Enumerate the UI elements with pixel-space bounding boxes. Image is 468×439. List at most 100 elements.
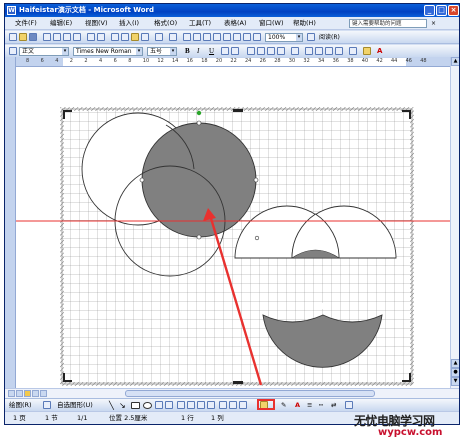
align-center-icon[interactable] [257, 47, 265, 55]
scroll-up-icon[interactable]: ▲ [451, 57, 459, 66]
tables-borders-icon[interactable] [193, 33, 201, 41]
textbox-icon[interactable] [155, 401, 163, 409]
save-icon[interactable] [29, 33, 37, 41]
email-icon[interactable] [53, 33, 61, 41]
line-spacing-icon[interactable] [291, 47, 299, 55]
format-painter-icon[interactable] [141, 33, 149, 41]
wordart-icon[interactable] [177, 401, 185, 409]
outline-view-icon[interactable] [32, 390, 39, 397]
font-color-button[interactable]: A [377, 46, 382, 57]
canvas-handle-bottom[interactable] [233, 381, 243, 384]
print-preview-icon[interactable] [73, 33, 81, 41]
highlight-icon[interactable] [363, 47, 371, 55]
rotation-handle[interactable] [196, 110, 202, 116]
select-objects-icon[interactable] [43, 401, 51, 409]
menu-view[interactable]: 视图(V) [85, 17, 108, 30]
previous-page-icon[interactable]: ▲ [451, 359, 459, 368]
menu-insert[interactable]: 插入(I) [119, 17, 139, 30]
next-page-icon[interactable]: ▼ [451, 377, 459, 386]
new-document-icon[interactable] [9, 33, 17, 41]
scroll-thumb[interactable] [125, 390, 375, 397]
selection-handle[interactable] [253, 177, 259, 183]
clipart-icon[interactable] [197, 401, 205, 409]
menu-table[interactable]: 表格(A) [224, 17, 247, 30]
insert-excel-icon[interactable] [213, 33, 221, 41]
menu-tools[interactable]: 工具(T) [189, 17, 211, 30]
document-map-icon[interactable] [243, 33, 251, 41]
align-left-icon[interactable] [247, 47, 255, 55]
normal-view-icon[interactable] [8, 390, 15, 397]
increase-indent-icon[interactable] [335, 47, 343, 55]
vertical-scrollbar[interactable]: ▲ ▲ ● ▼ [450, 57, 459, 388]
font-size-select[interactable]: 五号 ▾ [147, 47, 177, 56]
justify-icon[interactable] [277, 47, 285, 55]
drawing-icon[interactable] [233, 33, 241, 41]
document-area[interactable] [16, 67, 450, 388]
bold-button[interactable]: B [185, 46, 190, 57]
cut-icon[interactable] [111, 33, 119, 41]
diagram-icon[interactable] [187, 401, 195, 409]
undo-icon[interactable] [155, 33, 163, 41]
copy-icon[interactable] [121, 33, 129, 41]
align-right-icon[interactable] [267, 47, 275, 55]
italic-button[interactable]: I [197, 46, 199, 57]
read-button[interactable]: 阅读(R) [319, 32, 340, 43]
print-layout-icon[interactable] [24, 390, 31, 397]
title-bar[interactable]: W Haifeistar演示文档 - Microsoft Word _ □ × [5, 4, 459, 17]
insert-table-icon[interactable] [203, 33, 211, 41]
word-app-icon[interactable]: W [7, 6, 16, 15]
styles-pane-icon[interactable] [9, 47, 17, 55]
canvas-handle-top[interactable] [233, 109, 243, 112]
shape-handle[interactable] [254, 235, 260, 241]
circle-gray-selected[interactable] [141, 122, 257, 238]
minimize-button[interactable]: _ [424, 5, 435, 16]
char-border-icon[interactable] [221, 47, 229, 55]
help-icon[interactable] [307, 33, 315, 41]
permission-icon[interactable] [43, 33, 51, 41]
hyperlink-icon[interactable] [183, 33, 191, 41]
vertical-textbox-icon[interactable] [165, 401, 173, 409]
maximize-button[interactable]: □ [436, 5, 447, 16]
menu-edit[interactable]: 编辑(E) [50, 17, 72, 30]
shadow-icon[interactable] [345, 401, 353, 409]
paste-icon[interactable] [131, 33, 139, 41]
print-icon[interactable] [63, 33, 71, 41]
style-select[interactable]: 正文 ▾ [19, 47, 69, 56]
outside-border-icon[interactable] [349, 47, 357, 55]
help-search-input[interactable]: 键入需要帮助的问题 [349, 19, 427, 28]
oval-icon[interactable] [143, 402, 152, 409]
font-select[interactable]: Times New Roman ▾ [73, 47, 143, 56]
selection-handle[interactable] [196, 120, 202, 126]
selection-handle[interactable] [196, 234, 202, 240]
picture-icon[interactable] [207, 401, 215, 409]
menu-help[interactable]: 帮助(H) [293, 17, 316, 30]
redo-icon[interactable] [169, 33, 177, 41]
decrease-indent-icon[interactable] [325, 47, 333, 55]
close-button[interactable]: × [448, 5, 459, 16]
rectangle-icon[interactable] [131, 402, 140, 409]
bullets-icon[interactable] [315, 47, 323, 55]
selection-handle[interactable] [139, 177, 145, 183]
menu-file[interactable]: 文件(F) [15, 17, 37, 30]
shadow-style-icon[interactable] [219, 401, 227, 409]
vertical-ruler[interactable] [5, 57, 16, 388]
show-hide-icon[interactable] [253, 33, 261, 41]
zoom-select[interactable]: 100% ▾ [265, 33, 303, 42]
web-view-icon[interactable] [16, 390, 23, 397]
research-icon[interactable] [97, 33, 105, 41]
select-browse-object-icon[interactable]: ● [451, 368, 459, 377]
columns-icon[interactable] [223, 33, 231, 41]
grid-icon[interactable] [239, 401, 247, 409]
horizontal-ruler[interactable]: 8 6 4 2 2 4 6 8 10 12 14 16 18 20 22 24 26 28 30 32 34 36 38 40… [16, 57, 450, 67]
char-shading-icon[interactable] [231, 47, 239, 55]
menu-format[interactable]: 格式(O) [154, 17, 177, 30]
numbering-icon[interactable] [305, 47, 313, 55]
3d-style-icon[interactable] [229, 401, 237, 409]
reading-layout-icon[interactable] [40, 390, 47, 397]
spelling-icon[interactable] [87, 33, 95, 41]
open-folder-icon[interactable] [19, 33, 27, 41]
underline-button[interactable]: U [209, 46, 214, 57]
menu-window[interactable]: 窗口(W) [259, 17, 284, 30]
menu-close-icon[interactable]: × [431, 17, 436, 30]
horizontal-scrollbar[interactable] [5, 388, 459, 398]
